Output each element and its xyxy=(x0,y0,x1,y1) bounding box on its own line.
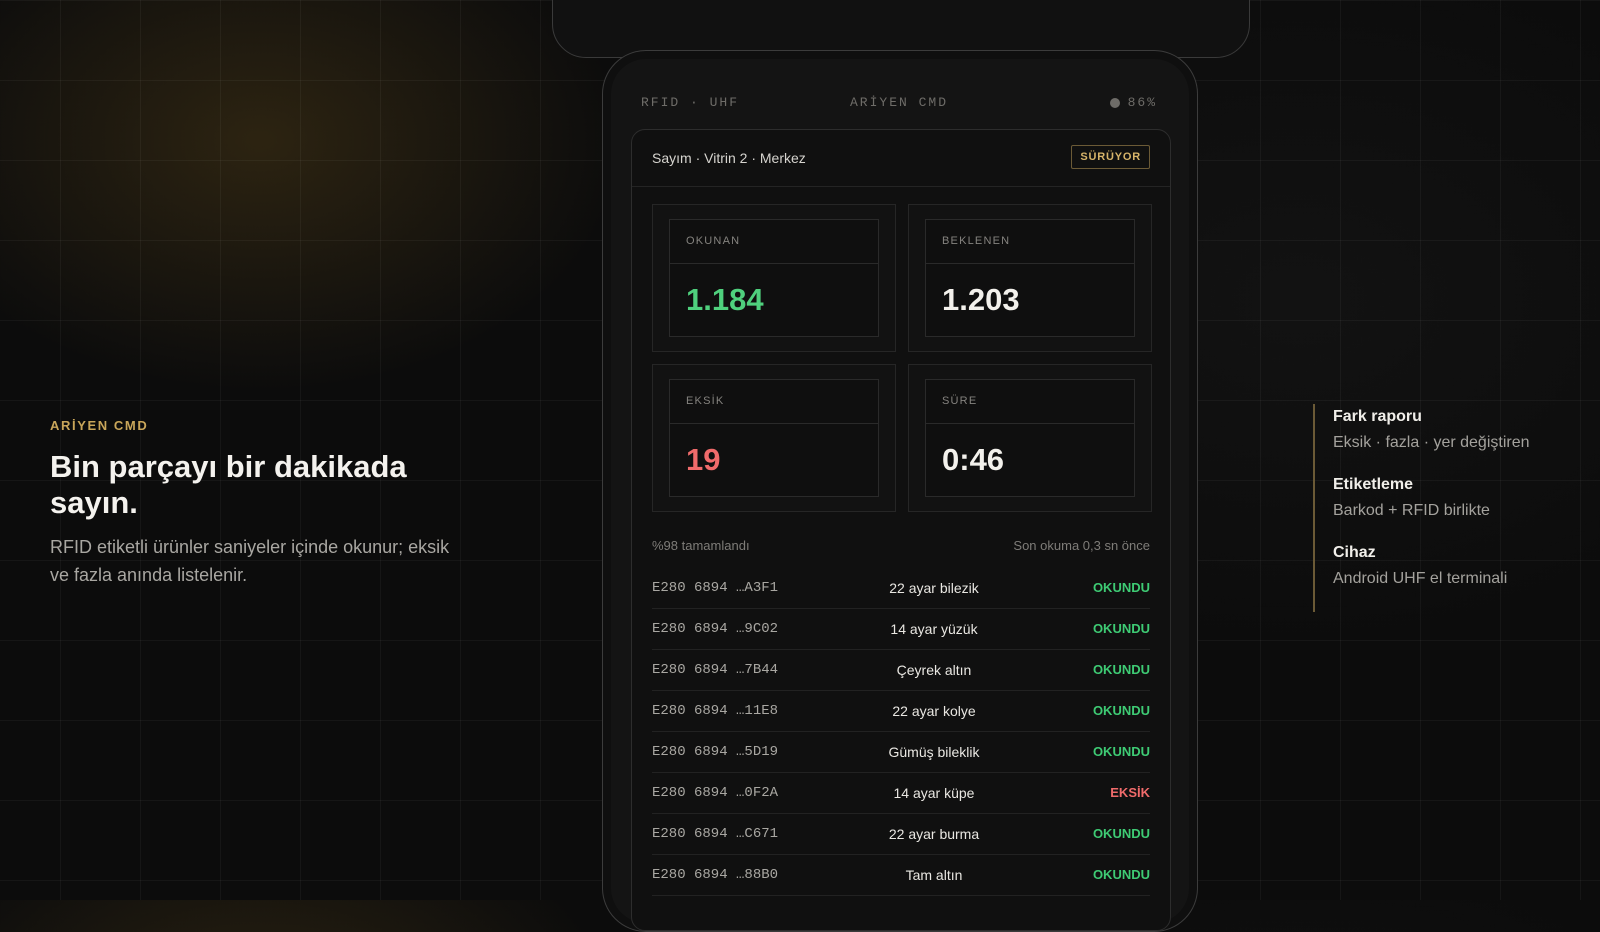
read-status: OKUNDU xyxy=(1092,662,1150,677)
stat-value: 19 xyxy=(686,442,721,477)
feature-desc: Eksik · fazla · yer değiştiren xyxy=(1333,434,1530,451)
status-badge: SÜRÜYOR xyxy=(1071,145,1150,169)
product-name: Tam altın xyxy=(905,867,963,883)
tag-epc: E280 6894 …88B0 xyxy=(652,867,779,883)
stat-card-duration: SÜRE 0:46 xyxy=(908,364,1152,512)
list-item[interactable]: E280 6894 …5D19 Gümüş bileklik OKUNDU xyxy=(652,732,1150,773)
feature-title: Etiketleme xyxy=(1333,476,1414,493)
device-screen: Sayım · Vitrin 2 · Merkez SÜRÜYOR OKUNAN… xyxy=(631,129,1171,931)
scan-list[interactable]: E280 6894 …A3F1 22 ayar bilezik OKUNDU E280… xyxy=(652,568,1150,896)
product-name: Gümüş bileklik xyxy=(888,744,980,760)
feature-title: Cihaz xyxy=(1333,544,1376,561)
stat-label: BEKLENEN xyxy=(926,220,1134,264)
handheld-device: RFID · UHF ARİYEN CMD 86% Sayım · Vitrin… xyxy=(602,50,1198,932)
tag-epc: E280 6894 …0F2A xyxy=(652,785,779,801)
stat-card-inner: BEKLENEN 1.203 xyxy=(925,219,1135,337)
feature-item: Cihaz Android UHF el terminali xyxy=(1333,544,1600,588)
tag-epc: E280 6894 …11E8 xyxy=(652,703,779,719)
list-item[interactable]: E280 6894 …A3F1 22 ayar bilezik OKUNDU xyxy=(652,568,1150,609)
stat-label: EKSİK xyxy=(670,380,878,424)
product-name: 14 ayar yüzük xyxy=(890,621,978,637)
feature-item: Fark raporu Eksik · fazla · yer değiştir… xyxy=(1333,408,1600,452)
list-item[interactable]: E280 6894 …7B44 Çeyrek altın OKUNDU xyxy=(652,650,1150,691)
product-name: Çeyrek altın xyxy=(896,662,972,678)
product-name: 22 ayar burma xyxy=(888,826,980,842)
stat-card-inner: OKUNAN 1.184 xyxy=(669,219,879,337)
feature-item: Etiketleme Barkod + RFID birlikte xyxy=(1333,476,1600,520)
status-dot-icon xyxy=(1109,97,1120,108)
feature-desc: Barkod + RFID birlikte xyxy=(1333,502,1490,519)
stat-card-expected: BEKLENEN 1.203 xyxy=(908,204,1152,352)
hero-lede: RFID etiketli ürünler saniyeler içinde o… xyxy=(50,537,450,585)
feature-desc: Android UHF el terminali xyxy=(1333,570,1508,587)
list-item[interactable]: E280 6894 …9C02 14 ayar yüzük OKUNDU xyxy=(652,609,1150,650)
list-item[interactable]: E280 6894 …0F2A 14 ayar küpe EKSİK xyxy=(652,773,1150,814)
progress-row: %98 tamamlandı Son okuma 0,3 sn önce xyxy=(652,538,1150,553)
product-name: 14 ayar küpe xyxy=(893,785,975,801)
stat-value: 0:46 xyxy=(942,442,1005,477)
tag-epc: E280 6894 …5D19 xyxy=(652,744,779,760)
session-title: Sayım · Vitrin 2 · Merkez xyxy=(652,150,806,166)
tag-epc: E280 6894 …7B44 xyxy=(652,662,779,678)
battery-indicator: 86% xyxy=(1109,95,1157,110)
last-read-text: Son okuma 0,3 sn önce xyxy=(1013,538,1150,553)
stat-card-read: OKUNAN 1.184 xyxy=(652,204,896,352)
stat-label: OKUNAN xyxy=(670,220,878,264)
stat-card-missing: EKSİK 19 xyxy=(652,364,896,512)
read-status: OKUNDU xyxy=(1092,826,1150,841)
hero-headline: Bin parçayı bir dakikada sayın. xyxy=(50,449,407,520)
product-name: 22 ayar bilezik xyxy=(889,580,979,596)
read-status: OKUNDU xyxy=(1092,744,1150,759)
product-name: 22 ayar kolye xyxy=(892,703,976,719)
hero-eyebrow: ARİYEN CMD xyxy=(50,418,149,433)
list-item[interactable]: E280 6894 …C671 22 ayar burma OKUNDU xyxy=(652,814,1150,855)
read-status: EKSİK xyxy=(1110,785,1150,800)
battery-level: 86% xyxy=(1127,95,1157,110)
stat-value: 1.184 xyxy=(686,282,764,317)
hero-section: ARİYEN CMD Bin parçayı bir dakikada sayı… xyxy=(50,418,470,589)
read-status: OKUNDU xyxy=(1092,621,1150,636)
stat-card-inner: SÜRE 0:46 xyxy=(925,379,1135,497)
session-header: Sayım · Vitrin 2 · Merkez SÜRÜYOR xyxy=(632,130,1170,187)
list-item[interactable]: E280 6894 …11E8 22 ayar kolye OKUNDU xyxy=(652,691,1150,732)
read-status: OKUNDU xyxy=(1092,867,1150,882)
stat-label: SÜRE xyxy=(926,380,1134,424)
progress-text: %98 tamamlandı xyxy=(652,538,750,553)
stat-card-inner: EKSİK 19 xyxy=(669,379,879,497)
tag-epc: E280 6894 …A3F1 xyxy=(652,580,779,596)
stat-value: 1.203 xyxy=(942,282,1020,317)
tag-epc: E280 6894 …9C02 xyxy=(652,621,779,637)
feature-title: Fark raporu xyxy=(1333,408,1422,425)
device-status-bar: RFID · UHF ARİYEN CMD 86% xyxy=(641,95,1157,111)
read-status: OKUNDU xyxy=(1092,580,1150,595)
status-brand: ARİYEN CMD xyxy=(849,95,948,110)
list-item[interactable]: E280 6894 …88B0 Tam altın OKUNDU xyxy=(652,855,1150,896)
tag-epc: E280 6894 …C671 xyxy=(652,826,779,842)
read-status: OKUNDU xyxy=(1092,703,1150,718)
feature-list: Fark raporu Eksik · fazla · yer değiştir… xyxy=(1313,404,1600,612)
